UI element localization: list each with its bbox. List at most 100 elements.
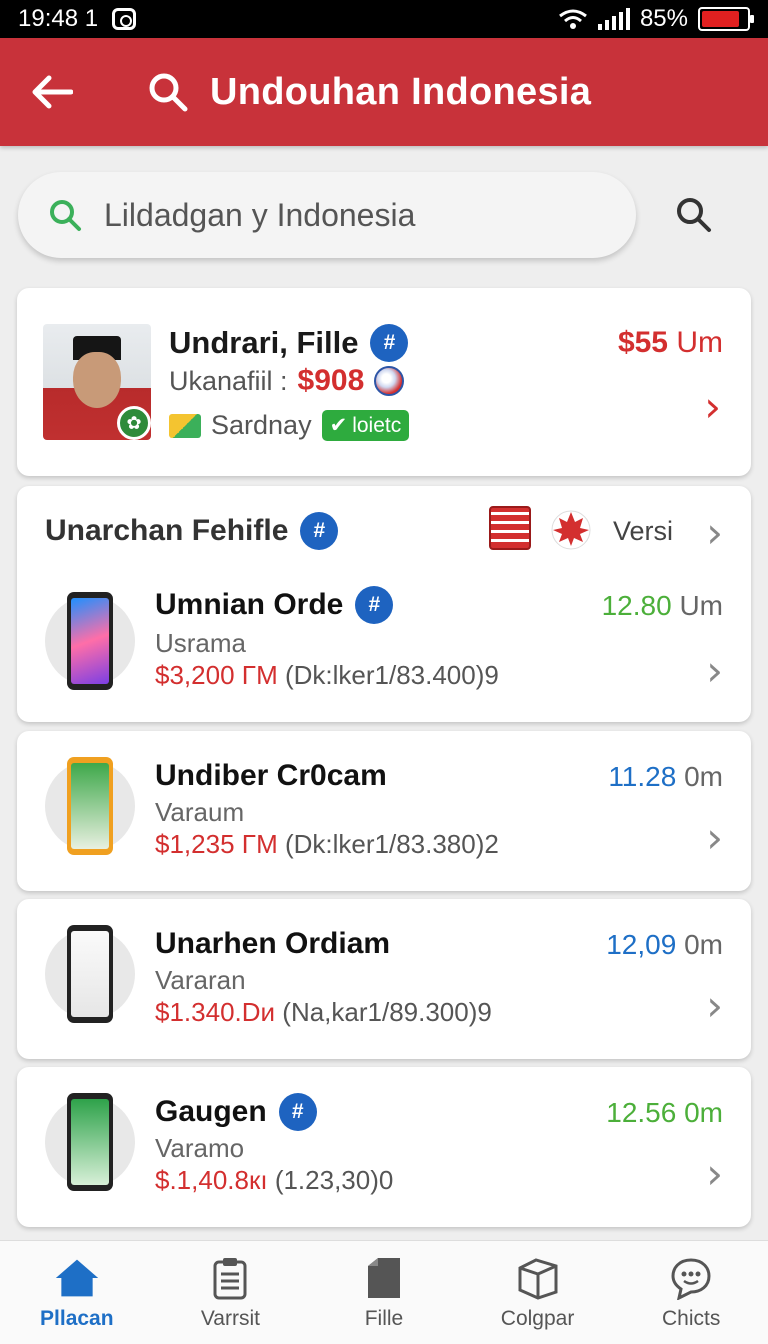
profile-sub-row: Ukanafiil : $908 [169, 364, 405, 398]
item-name-row: Unarhen Ordiam [155, 927, 390, 961]
checkmark-icon: ✔ [329, 414, 348, 437]
phone-thumbnail [45, 757, 135, 855]
nav-label: Chicts [661, 1306, 721, 1330]
chat-icon [668, 1255, 714, 1301]
signal-icon [597, 8, 630, 30]
item-name: Umnian Orde [155, 588, 344, 621]
chevron-right-icon[interactable]: › [706, 985, 723, 1027]
nav-item-pllacan[interactable]: Pllacan [0, 1241, 154, 1344]
item-value-unit: Um [679, 590, 723, 621]
page-title: Undouhan Indonesia [210, 70, 592, 113]
mail-icon [169, 413, 201, 438]
battery-icon [698, 7, 754, 31]
item-detail: (Dk:lker1/83.380)2 [284, 829, 499, 859]
item-value-number: 12.56 0m [606, 1097, 723, 1128]
item-name-row: Umnian Orde # [155, 586, 394, 624]
nav-item-fille[interactable]: Fille [307, 1241, 461, 1344]
profile-amount: $55 Um [618, 326, 723, 360]
item-price: $1,235 ΓM [155, 829, 278, 859]
search-bar[interactable] [18, 172, 636, 258]
avatar: ✿ [43, 324, 151, 440]
item-subtitle: Varamo [155, 1133, 245, 1163]
list-item[interactable]: Unarhen Ordiam Vararan $1.340.Dи (Na,kar… [17, 899, 751, 1059]
nav-item-colgpar[interactable]: Colgpar [461, 1241, 615, 1344]
item-name: Gaugen [155, 1095, 267, 1128]
nav-item-chicts[interactable]: Chicts [614, 1241, 768, 1344]
profile-amount-unit: Um [676, 326, 723, 359]
status-badge-label: loietc [352, 413, 402, 437]
chevron-right-icon[interactable]: › [706, 650, 723, 692]
notification-icon [112, 8, 137, 30]
search-icon [149, 73, 188, 112]
item-price: $.1,40.8кı [155, 1165, 268, 1195]
item-name: Undiber Cr0cam [155, 759, 387, 792]
item-value-number: 11.28 [608, 761, 677, 792]
chevron-right-icon[interactable]: › [706, 1153, 723, 1195]
nav-label: Colgpar [500, 1306, 575, 1330]
status-badge: ✔ loietc [321, 410, 410, 441]
item-subtitle: Vararan [155, 965, 246, 995]
profile-amount-value: $55 [617, 326, 668, 359]
list-item[interactable]: Umnian Orde # Usrama $3,200 ΓM (Dk:lker1… [17, 586, 751, 716]
nav-label: Fille [364, 1306, 404, 1330]
item-price: $3,200 ΓM [155, 660, 278, 690]
phone-thumbnail [45, 925, 135, 1023]
item-price-line: $1,235 ΓM (Dk:lker1/83.380)2 [155, 829, 499, 860]
item-detail: (1.23,30)0 [274, 1165, 394, 1195]
clock: 19:48 1 [18, 5, 99, 32]
verified-badge-icon: # [370, 324, 409, 362]
verified-badge-icon: # [278, 1093, 317, 1131]
nav-label: Varrsit [200, 1306, 260, 1330]
profile-sub-label: Ukanafiil : [169, 365, 288, 396]
chevron-right-icon[interactable]: › [704, 386, 721, 428]
chevron-right-icon[interactable]: › [706, 512, 723, 554]
search-row [18, 170, 750, 260]
verified-badge-icon: # [355, 586, 394, 624]
item-value-number: 12,09 [606, 929, 677, 960]
item-subtitle: Varaum [155, 797, 245, 827]
profile-sub-price: $908 [297, 364, 365, 397]
item-price-line: $.1,40.8кı (1.23,30)0 [155, 1165, 393, 1196]
item-detail: (Dk:lker1/83.400)9 [284, 660, 499, 690]
item-value: 12.56 0m [606, 1097, 723, 1129]
leaf-badge-icon: ✿ [117, 406, 151, 440]
profile-card[interactable]: ✿ Undrari, Fille # Ukanafiil : $908 Sard… [17, 288, 751, 476]
app-header: Undouhan Indonesia [0, 38, 768, 146]
item-price-line: $3,200 ΓM (Dk:lker1/83.400)9 [155, 660, 499, 691]
header-search-button[interactable] [146, 70, 190, 114]
section-header: Unarchan Fehifle # [45, 512, 339, 550]
nav-label: Pllacan [40, 1306, 114, 1330]
nav-item-varrsit[interactable]: Varrsit [154, 1241, 308, 1344]
phone-thumbnail [45, 592, 135, 690]
item-name-row: Gaugen # [155, 1093, 317, 1131]
section-title: Unarchan Fehifle [45, 514, 289, 547]
search-icon [50, 200, 81, 231]
list-item[interactable]: Gaugen # Varamo $.1,40.8кı (1.23,30)0 12… [17, 1067, 751, 1227]
item-value-unit: 0m [684, 761, 723, 792]
globe-icon [374, 366, 405, 396]
search-button[interactable] [672, 193, 716, 237]
item-value: 11.28 0m [608, 761, 723, 793]
listing-card: Unarchan Fehifle # Versi › Umnian Orde #… [17, 486, 751, 722]
box-icon [515, 1255, 561, 1301]
profile-tag-text: Sardnay [211, 410, 312, 440]
back-button[interactable] [0, 38, 104, 146]
search-icon [677, 198, 711, 232]
file-icon [361, 1255, 407, 1301]
flag-icon [489, 506, 531, 550]
home-icon [54, 1255, 100, 1301]
item-value: 12,09 0m [606, 929, 723, 961]
item-price-line: $1.340.Dи (Na,kar1/89.300)9 [155, 997, 492, 1028]
item-value-number: 12.80 [601, 590, 672, 621]
bottom-nav: Pllacan Varrsit Fille Colgpar Chicts [0, 1240, 768, 1344]
back-arrow-icon [32, 75, 73, 109]
status-bar: 19:48 1 85% [0, 0, 768, 38]
verified-badge-icon: # [300, 512, 339, 550]
clipboard-icon [207, 1255, 253, 1301]
list-item[interactable]: Undiber Cr0cam Varaum $1,235 ΓM (Dk:lker… [17, 731, 751, 891]
chevron-right-icon[interactable]: › [706, 817, 723, 859]
profile-name: Undrari, Fille [169, 325, 359, 360]
search-input[interactable] [104, 196, 604, 234]
item-value-unit: 0m [684, 929, 723, 960]
maple-leaf-icon [551, 510, 591, 550]
